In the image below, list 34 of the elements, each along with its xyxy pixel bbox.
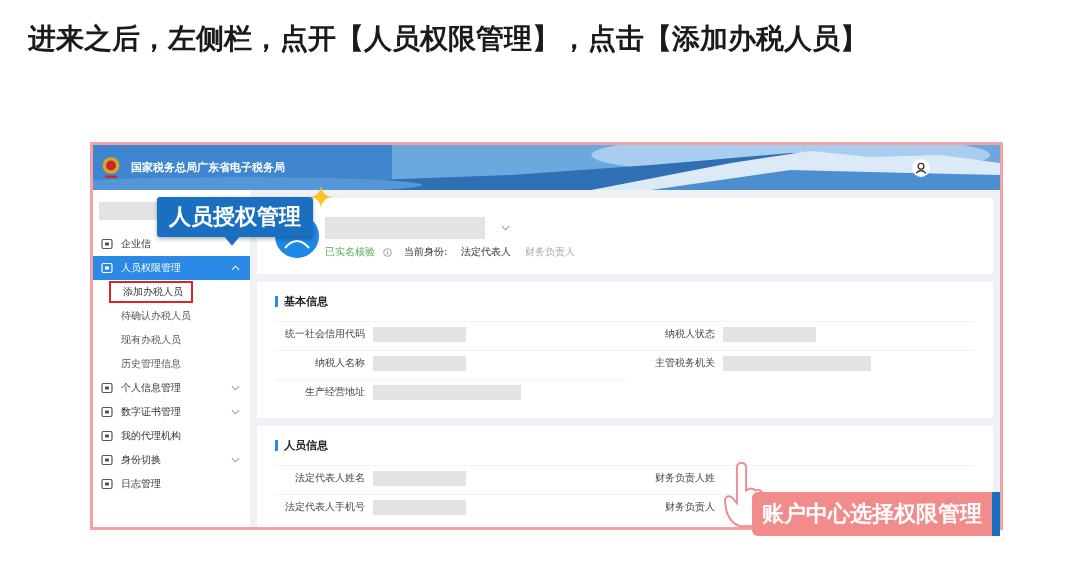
- site-title: 国家税务总局广东省电子税务局: [131, 160, 285, 175]
- menu-item[interactable]: 日志管理: [93, 472, 250, 496]
- submenu-item[interactable]: 添加办税人员: [109, 281, 193, 303]
- field-label: 法定代表人手机号: [284, 500, 365, 514]
- menu-group[interactable]: 数字证书管理: [93, 400, 250, 424]
- user-icon[interactable]: [912, 158, 930, 177]
- menu-item[interactable]: 我的代理机构: [93, 424, 250, 448]
- field-label: 法定代表人姓名: [294, 471, 365, 485]
- identity-option[interactable]: 法定代表人: [461, 245, 512, 259]
- menu-group[interactable]: 身份切换: [93, 448, 250, 472]
- submenu-item[interactable]: 历史管理信息: [93, 352, 250, 376]
- field-label: 纳税人状态: [664, 327, 715, 341]
- section-title: 基本信息: [284, 294, 328, 309]
- sparkle-icon: [310, 186, 332, 208]
- field-label: 生产经营地址: [304, 385, 365, 399]
- field-label: 财务负责人姓: [654, 471, 715, 485]
- callout-pointer: [224, 236, 240, 246]
- slide-heading: 进来之后，左侧栏，点开【人员权限管理】，点击【添加办税人员】: [28, 21, 868, 57]
- verified-status: 已实名核验: [325, 245, 375, 259]
- submenu-item[interactable]: 待确认办税人员: [93, 304, 250, 328]
- callout-label: 人员授权管理: [157, 197, 313, 237]
- caption-banner: 账户中心选择权限管理: [752, 492, 1000, 536]
- section-title: 人员信息: [284, 438, 328, 453]
- menu-group[interactable]: 人员权限管理: [93, 256, 250, 280]
- field-label: 统一社会信用代码: [284, 327, 365, 341]
- info-icon[interactable]: [383, 247, 392, 257]
- field-label: 财务负责人: [664, 500, 715, 514]
- field-label: 纳税人名称: [314, 356, 365, 370]
- chevron-down-icon[interactable]: [501, 225, 510, 231]
- identity-label: 当前身份:: [404, 245, 448, 259]
- submenu-item[interactable]: 现有办税人员: [93, 328, 250, 352]
- emblem-icon: [101, 155, 121, 180]
- menu-group[interactable]: 个人信息管理: [93, 376, 250, 400]
- field-label: 主管税务机关: [654, 356, 715, 370]
